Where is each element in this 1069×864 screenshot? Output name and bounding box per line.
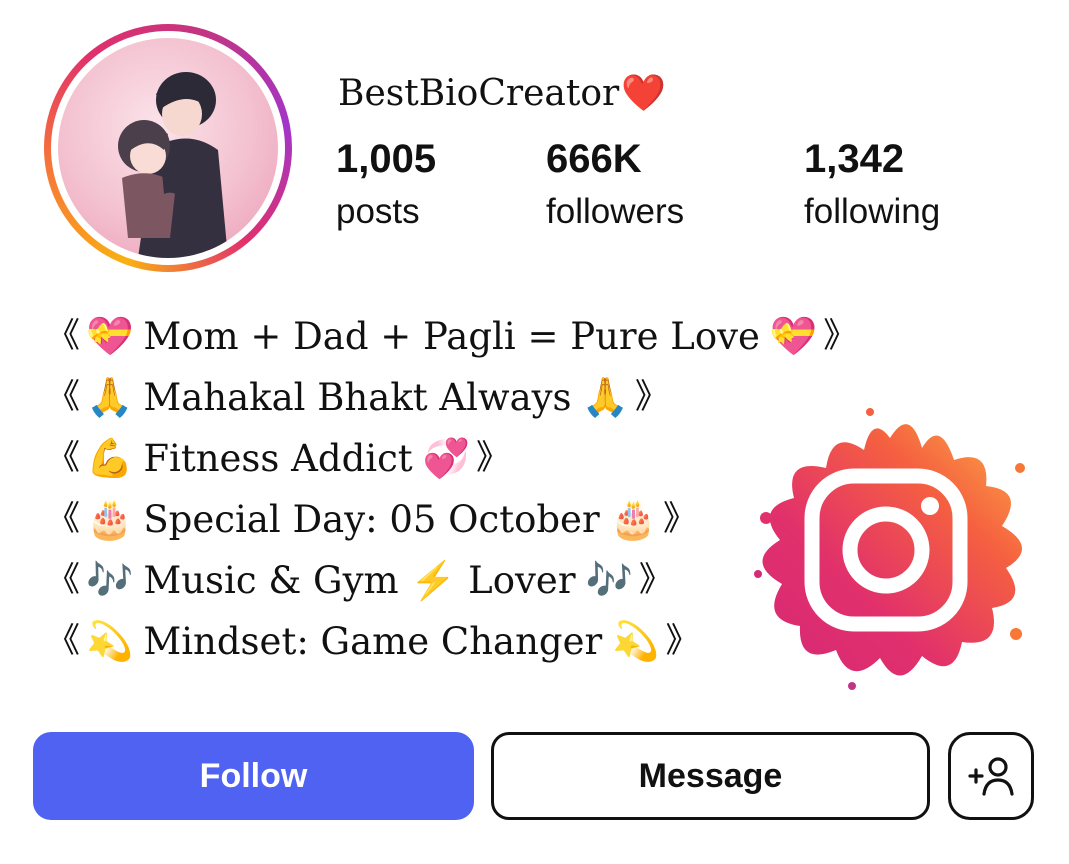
add-person-button[interactable] bbox=[948, 732, 1034, 820]
gift-heart-icon: 💝 bbox=[769, 314, 818, 358]
bio-text: Special Day: 05 October bbox=[143, 498, 600, 541]
birthday-cake-icon: 🎂 bbox=[86, 497, 134, 541]
birthday-cake-icon: 🎂 bbox=[609, 497, 657, 541]
bio-line: 《 💫 Mindset: Game Changer 💫 》 bbox=[46, 611, 857, 672]
bracket-close: 》 bbox=[634, 377, 669, 417]
music-notes-icon: 🎶 bbox=[585, 558, 633, 602]
bio-line: 《 🎶 Music & Gym ⚡ Lover 🎶 》 bbox=[46, 550, 857, 611]
bio-text: Fitness Addict bbox=[143, 437, 413, 480]
bio-line: 《 💪 Fitness Addict 💞 》 bbox=[46, 428, 857, 489]
instagram-logo bbox=[754, 408, 1025, 690]
profile-username: BestBioCreator ❤️ bbox=[338, 72, 667, 115]
message-label: Message bbox=[638, 756, 783, 795]
gift-heart-icon: 💝 bbox=[86, 314, 134, 358]
username-text: BestBioCreator bbox=[338, 72, 620, 114]
followers-count: 666K bbox=[546, 137, 642, 181]
avatar[interactable] bbox=[58, 38, 278, 258]
bracket-close: 》 bbox=[665, 621, 700, 661]
bracket-close: 》 bbox=[662, 499, 697, 539]
bio-text: Mindset: Game Changer bbox=[143, 620, 603, 663]
message-button[interactable]: Message bbox=[491, 732, 930, 820]
dizzy-icon: 💫 bbox=[86, 619, 134, 663]
revolving-hearts-icon: 💞 bbox=[422, 436, 471, 480]
bracket-open: 《 bbox=[46, 438, 80, 478]
followers-label: followers bbox=[546, 192, 685, 231]
bracket-close: 》 bbox=[476, 438, 511, 478]
follow-label: Follow bbox=[199, 756, 308, 795]
stat-posts[interactable]: 1,005 posts bbox=[336, 136, 436, 234]
bracket-open: 《 bbox=[46, 560, 80, 600]
bio-line: 《 🎂 Special Day: 05 October 🎂 》 bbox=[46, 489, 857, 550]
bracket-close: 》 bbox=[823, 316, 858, 356]
add-person-icon bbox=[968, 757, 1014, 796]
bio-line: 《 💝 Mom + Dad + Pagli = Pure Love 💝 》 bbox=[46, 306, 857, 367]
bio-text: Mom + Dad + Pagli = Pure Love bbox=[143, 315, 760, 358]
posts-count: 1,005 bbox=[336, 137, 437, 181]
folded-hands-icon: 🙏 bbox=[581, 375, 629, 419]
profile-bio: 《 💝 Mom + Dad + Pagli = Pure Love 💝 》 《 … bbox=[46, 306, 857, 672]
stat-following[interactable]: 1,342 following bbox=[804, 136, 940, 234]
music-notes-icon: 🎶 bbox=[86, 558, 134, 602]
bio-text: Music & Gym ⚡ Lover bbox=[143, 559, 576, 602]
posts-label: posts bbox=[336, 192, 420, 231]
stat-followers[interactable]: 666K followers bbox=[546, 136, 684, 234]
follow-button[interactable]: Follow bbox=[33, 732, 474, 820]
avatar-story-ring[interactable] bbox=[44, 24, 292, 272]
bio-line: 《 🙏 Mahakal Bhakt Always 🙏 》 bbox=[46, 367, 857, 428]
bracket-open: 《 bbox=[46, 499, 80, 539]
bracket-open: 《 bbox=[46, 377, 80, 417]
bio-text: Mahakal Bhakt Always bbox=[143, 376, 572, 419]
bracket-open: 《 bbox=[46, 621, 80, 661]
bracket-close: 》 bbox=[638, 560, 673, 600]
heart-icon: ❤️ bbox=[621, 73, 667, 114]
dizzy-icon: 💫 bbox=[612, 619, 660, 663]
bracket-open: 《 bbox=[46, 316, 80, 356]
following-label: following bbox=[804, 192, 941, 231]
avatar-illustration bbox=[118, 72, 228, 258]
flexed-biceps-icon: 💪 bbox=[86, 436, 134, 480]
folded-hands-icon: 🙏 bbox=[86, 375, 134, 419]
following-count: 1,342 bbox=[804, 137, 905, 181]
